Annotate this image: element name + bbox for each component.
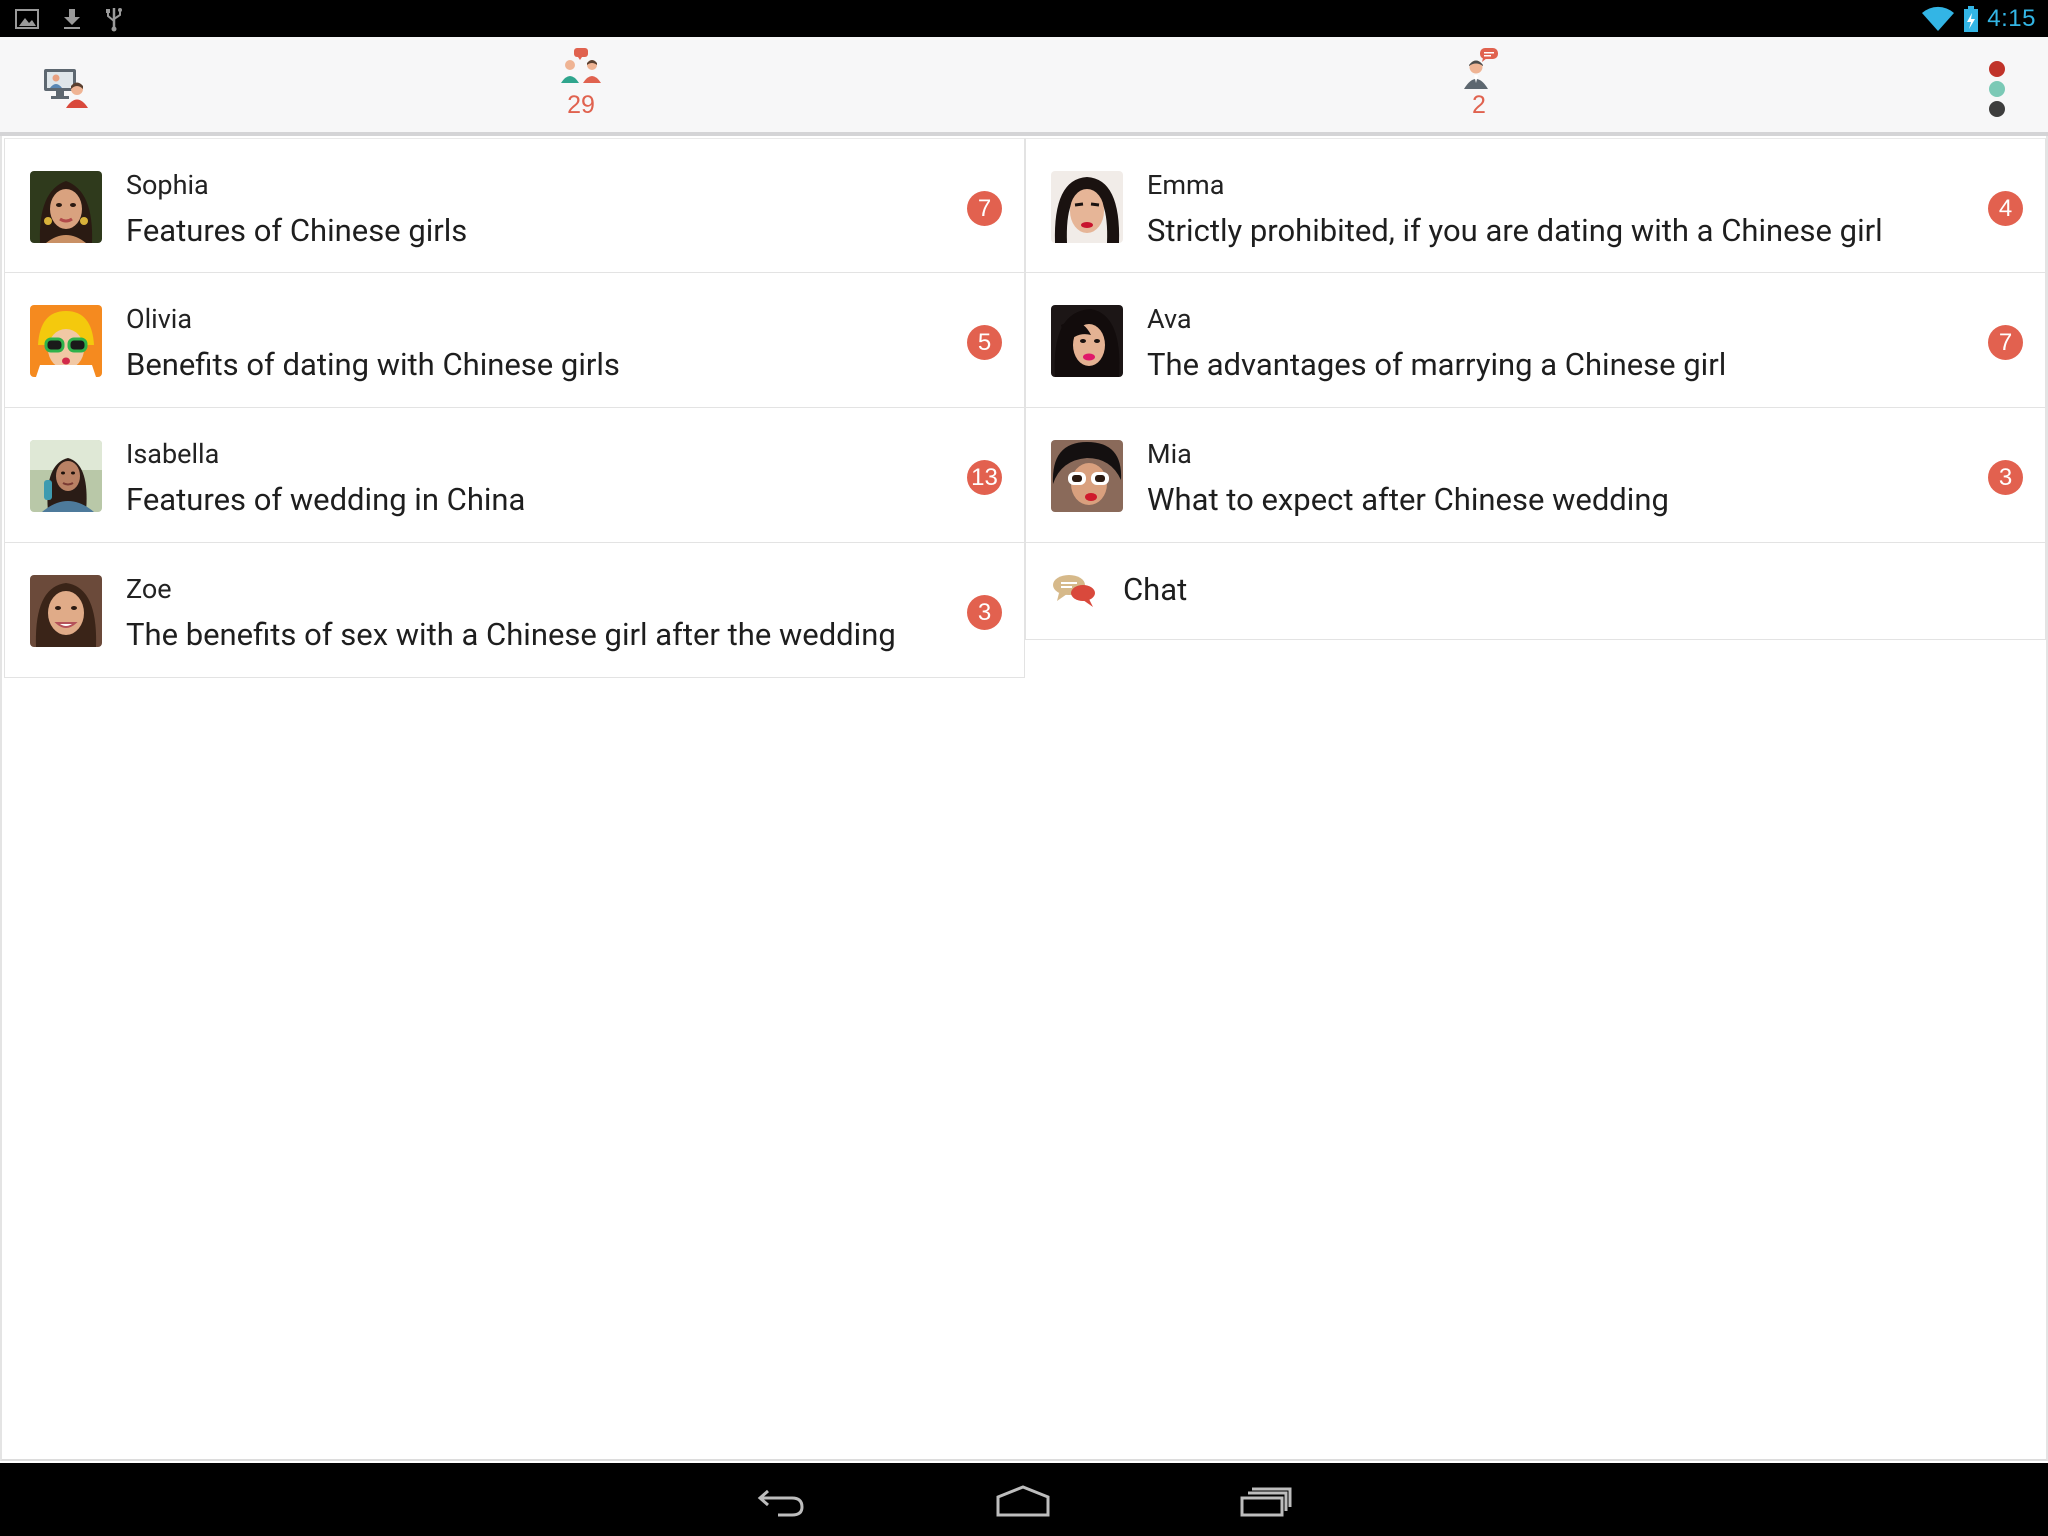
room-topic: The benefits of sex with a Chinese girl … bbox=[126, 616, 896, 653]
unread-badge: 4 bbox=[1988, 191, 2023, 226]
system-icons: 4:15 bbox=[1921, 2, 2036, 36]
avatar bbox=[30, 171, 102, 243]
room-author: Mia bbox=[1147, 438, 1192, 470]
avatar bbox=[1051, 171, 1123, 243]
unread-badge: 7 bbox=[967, 191, 1002, 226]
room-topic: What to expect after Chinese wedding bbox=[1147, 481, 1669, 518]
room-author: Ava bbox=[1147, 303, 1192, 335]
room-column-left: Sophia Features of Chinese girls 7 Olivi… bbox=[4, 138, 1025, 678]
avatar bbox=[1051, 305, 1123, 377]
room-topic: Strictly prohibited, if you are dating w… bbox=[1147, 212, 1883, 249]
room-list: Sophia Features of Chinese girls 7 Olivi… bbox=[0, 136, 2048, 1461]
room-topic: Features of wedding in China bbox=[126, 481, 526, 518]
clock: 4:15 bbox=[1987, 5, 2036, 32]
room-item-ava[interactable]: Ava The advantages of marrying a Chinese… bbox=[1025, 273, 2046, 408]
usb-icon bbox=[106, 8, 122, 32]
menu-dot-green bbox=[1989, 81, 2005, 97]
overflow-menu-button[interactable] bbox=[1985, 61, 2009, 121]
room-author: Zoe bbox=[126, 573, 172, 605]
room-item-mia[interactable]: Mia What to expect after Chinese wedding… bbox=[1025, 408, 2046, 543]
avatar bbox=[30, 440, 102, 512]
unread-badge: 3 bbox=[1988, 460, 2023, 495]
speech-bubbles-icon bbox=[1053, 575, 1095, 607]
menu-dot-red bbox=[1989, 61, 2005, 77]
room-author: Olivia bbox=[126, 303, 193, 335]
private-chat-count: 2 bbox=[1472, 91, 1486, 119]
avatar bbox=[1051, 440, 1123, 512]
room-column-right: Emma Strictly prohibited, if you are dat… bbox=[1025, 138, 2046, 640]
avatar bbox=[30, 575, 102, 647]
back-icon[interactable] bbox=[752, 1481, 812, 1521]
status-bar: 4:15 bbox=[0, 0, 2048, 37]
unread-badge: 3 bbox=[967, 595, 1002, 630]
avatar bbox=[30, 305, 102, 377]
room-item-olivia[interactable]: Olivia Benefits of dating with Chinese g… bbox=[4, 273, 1025, 408]
room-item-emma[interactable]: Emma Strictly prohibited, if you are dat… bbox=[1025, 138, 2046, 273]
menu-dot-dark bbox=[1989, 101, 2005, 117]
room-topic: Benefits of dating with Chinese girls bbox=[126, 346, 620, 383]
image-notification-icon bbox=[15, 9, 39, 29]
wifi-icon bbox=[1922, 6, 1955, 31]
chat-item[interactable]: Chat bbox=[1025, 543, 2046, 640]
group-chat-count: 29 bbox=[567, 91, 595, 119]
unread-badge: 13 bbox=[967, 460, 1002, 495]
room-author: Emma bbox=[1147, 169, 1225, 201]
private-chat-icon bbox=[1464, 48, 1498, 89]
home-icon[interactable] bbox=[993, 1481, 1053, 1521]
navigation-bar bbox=[0, 1463, 2048, 1536]
room-topic: Features of Chinese girls bbox=[126, 212, 468, 249]
recents-icon[interactable] bbox=[1236, 1481, 1296, 1521]
download-notification-icon bbox=[64, 9, 80, 29]
room-author: Isabella bbox=[126, 438, 220, 470]
group-chat-icon bbox=[561, 48, 601, 83]
room-item-isabella[interactable]: Isabella Features of wedding in China 13 bbox=[4, 408, 1025, 543]
tab-private-chats[interactable]: 2 bbox=[1434, 47, 1524, 131]
chat-label: Chat bbox=[1123, 571, 1188, 608]
tab-group-chats[interactable]: 29 bbox=[536, 47, 626, 131]
room-author: Sophia bbox=[126, 169, 209, 201]
notification-icons bbox=[14, 5, 124, 33]
unread-badge: 7 bbox=[1988, 325, 2023, 360]
action-bar: 29 2 bbox=[0, 37, 2048, 134]
room-item-zoe[interactable]: Zoe The benefits of sex with a Chinese g… bbox=[4, 543, 1025, 678]
battery-charging-icon bbox=[1964, 6, 1979, 32]
room-topic: The advantages of marrying a Chinese gir… bbox=[1147, 346, 1727, 383]
monitor-people-icon[interactable] bbox=[42, 65, 90, 109]
unread-badge: 5 bbox=[967, 325, 1002, 360]
room-item-sophia[interactable]: Sophia Features of Chinese girls 7 bbox=[4, 138, 1025, 273]
